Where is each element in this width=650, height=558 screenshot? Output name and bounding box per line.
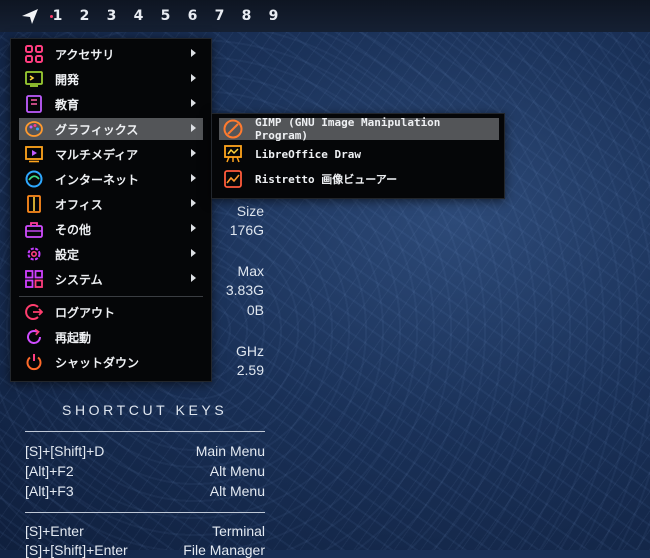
graphics-icon bbox=[25, 120, 43, 138]
menu-item-label: その他 bbox=[55, 222, 92, 237]
menu-item-multimedia[interactable]: マルチメディア bbox=[19, 143, 203, 165]
shortcut-row: [S]+Enter Terminal bbox=[25, 523, 265, 539]
multimedia-icon bbox=[25, 145, 43, 163]
submenu-item-label: GIMP (GNU Image Manipulation Program) bbox=[255, 116, 441, 142]
graphics-submenu: GIMP (GNU Image Manipulation Program) Li… bbox=[211, 113, 505, 199]
shortcut-key: [S]+[Shift]+D bbox=[25, 443, 105, 459]
submenu-item-libreoffice-draw[interactable]: LibreOffice Draw bbox=[219, 143, 499, 165]
menu-item-development[interactable]: 開発 bbox=[19, 68, 203, 90]
shortcut-action: Alt Menu bbox=[209, 463, 265, 479]
shortcut-key: [Alt]+F2 bbox=[25, 463, 74, 479]
menu-item-label: 再起動 bbox=[55, 330, 92, 345]
menu-item-internet[interactable]: インターネット bbox=[19, 168, 203, 190]
menu-item-label: 開発 bbox=[55, 72, 80, 87]
menu-item-other[interactable]: その他 bbox=[19, 218, 203, 240]
shortcut-key: [S]+Enter bbox=[25, 523, 84, 539]
shortcut-keys-title: SHORTCUT KEYS bbox=[62, 402, 228, 418]
submenu-item-gimp[interactable]: GIMP (GNU Image Manipulation Program) bbox=[219, 116, 499, 142]
education-icon bbox=[25, 95, 43, 113]
menu-item-label: グラフィックス bbox=[55, 122, 139, 137]
menu-item-reboot[interactable]: 再起動 bbox=[19, 326, 203, 348]
office-icon bbox=[25, 195, 43, 213]
top-panel: 1 2 3 4 5 6 7 8 9 bbox=[0, 0, 650, 32]
menu-item-label: シャットダウン bbox=[55, 355, 140, 370]
ristretto-icon bbox=[223, 169, 243, 189]
internet-icon bbox=[25, 170, 43, 188]
workspace-1[interactable]: 1 bbox=[44, 8, 71, 24]
workspace-9[interactable]: 9 bbox=[260, 8, 287, 24]
workspace-3[interactable]: 3 bbox=[98, 8, 125, 24]
menu-item-label: オフィス bbox=[55, 197, 103, 212]
shortcut-row: [Alt]+F2 Alt Menu bbox=[25, 463, 265, 479]
submenu-arrow-icon bbox=[191, 49, 196, 57]
workspace-5[interactable]: 5 bbox=[152, 8, 179, 24]
other-icon bbox=[25, 220, 43, 238]
shortcut-key: [Alt]+F3 bbox=[25, 483, 74, 499]
shortcut-row: [S]+[Shift]+Enter File Manager bbox=[25, 542, 265, 558]
logout-icon bbox=[25, 303, 43, 321]
submenu-arrow-icon bbox=[191, 224, 196, 232]
shutdown-icon bbox=[25, 353, 43, 371]
workspace-7[interactable]: 7 bbox=[206, 8, 233, 24]
menu-item-education[interactable]: 教育 bbox=[19, 93, 203, 115]
menu-item-shutdown[interactable]: シャットダウン bbox=[19, 351, 203, 373]
shortcut-action: Main Menu bbox=[195, 443, 265, 459]
menu-item-label: マルチメディア bbox=[55, 147, 139, 162]
submenu-arrow-icon bbox=[191, 174, 196, 182]
submenu-item-label: Ristretto 画像ビューアー bbox=[255, 173, 398, 186]
submenu-arrow-icon bbox=[191, 74, 196, 82]
workspace-6[interactable]: 6 bbox=[179, 8, 206, 24]
shortcut-divider bbox=[25, 431, 265, 432]
submenu-arrow-icon bbox=[191, 199, 196, 207]
menu-item-accessories[interactable]: アクセサリ bbox=[19, 43, 203, 65]
settings-icon bbox=[25, 245, 43, 263]
shortcut-action: File Manager bbox=[183, 542, 265, 558]
submenu-arrow-icon bbox=[191, 124, 196, 132]
system-icon bbox=[25, 270, 43, 288]
submenu-arrow-icon bbox=[191, 99, 196, 107]
menu-item-settings[interactable]: 設定 bbox=[19, 243, 203, 265]
development-icon bbox=[25, 70, 43, 88]
workspace-4[interactable]: 4 bbox=[125, 8, 152, 24]
shortcut-action: Alt Menu bbox=[209, 483, 265, 499]
reboot-icon bbox=[25, 328, 43, 346]
shortcut-row: [Alt]+F3 Alt Menu bbox=[25, 483, 265, 499]
menu-item-system[interactable]: システム bbox=[19, 268, 203, 290]
shortcut-key: [S]+[Shift]+Enter bbox=[25, 542, 128, 558]
application-menu: アクセサリ 開発 教育 グラフィックス マルチメディア インターネット オフィス… bbox=[10, 38, 212, 382]
workspace-8[interactable]: 8 bbox=[233, 8, 260, 24]
submenu-arrow-icon bbox=[191, 274, 196, 282]
submenu-item-ristretto[interactable]: Ristretto 画像ビューアー bbox=[219, 168, 499, 190]
menu-item-label: インターネット bbox=[55, 172, 140, 187]
shortcut-divider bbox=[25, 512, 265, 513]
submenu-arrow-icon bbox=[191, 249, 196, 257]
submenu-arrow-icon bbox=[191, 149, 196, 157]
submenu-item-label: LibreOffice Draw bbox=[255, 147, 361, 161]
menu-separator bbox=[19, 296, 203, 297]
menu-item-label: システム bbox=[55, 272, 103, 287]
menu-item-label: アクセサリ bbox=[55, 47, 115, 62]
shortcut-action: Terminal bbox=[212, 523, 265, 539]
shortcut-row: [S]+[Shift]+D Main Menu bbox=[25, 443, 265, 459]
menu-item-graphics[interactable]: グラフィックス bbox=[19, 118, 203, 140]
menu-item-label: ログアウト bbox=[55, 305, 116, 320]
menu-logo-icon[interactable] bbox=[20, 6, 40, 26]
menu-item-office[interactable]: オフィス bbox=[19, 193, 203, 215]
workspace-2[interactable]: 2 bbox=[71, 8, 98, 24]
menu-item-logout[interactable]: ログアウト bbox=[19, 301, 203, 323]
gimp-icon bbox=[223, 119, 243, 139]
menu-item-label: 教育 bbox=[55, 97, 80, 112]
menu-item-label: 設定 bbox=[55, 247, 80, 262]
accessories-icon bbox=[25, 45, 43, 63]
libreoffice-draw-icon bbox=[223, 144, 243, 164]
